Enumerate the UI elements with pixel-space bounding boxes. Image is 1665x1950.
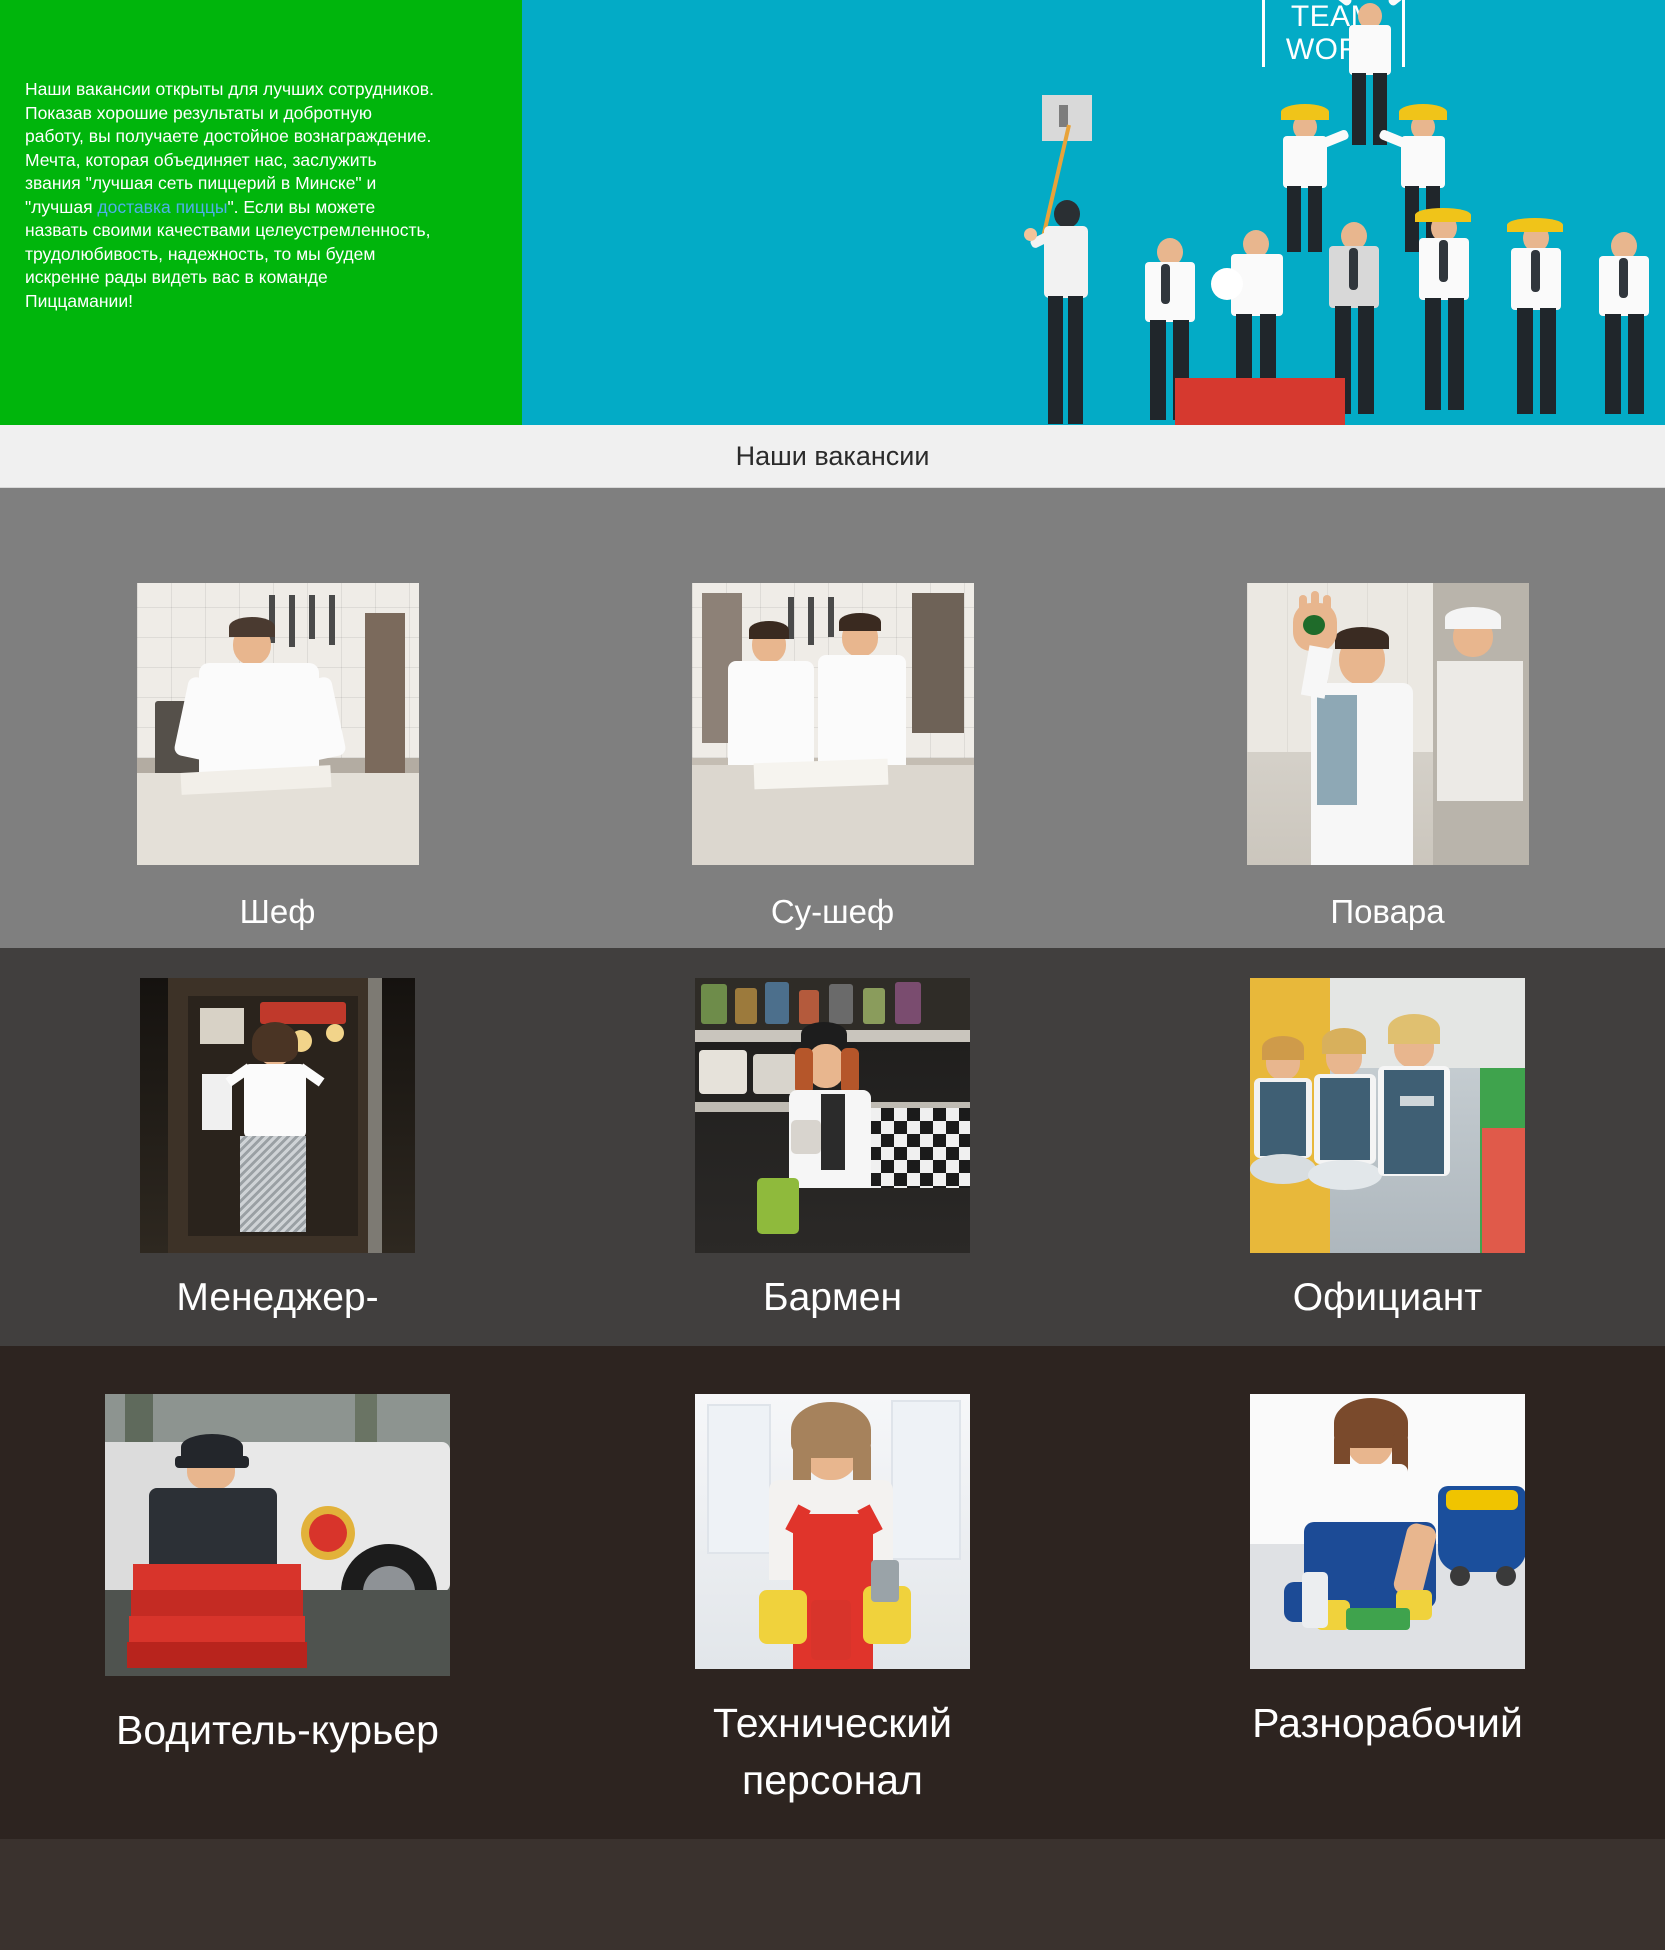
cleaning-staff-photo: [695, 1394, 970, 1669]
courier-pizza-boxes-photo: [105, 1394, 450, 1676]
vacancy-row-2: Менеджер- Бармен Официант: [0, 948, 1665, 1346]
pyramid-base-figure-5-icon: [1487, 214, 1587, 422]
vacancy-row-1: Шеф Су-шеф Повара: [0, 488, 1665, 948]
bartender-photo: [695, 978, 970, 1253]
pyramid-base-figure-4-icon: [1395, 206, 1495, 421]
sous-chefs-kitchen-photo: [691, 583, 974, 865]
vacancy-row-3: Водитель-курьер Технический персонал Раз…: [0, 1346, 1665, 1839]
vacancy-card-waiter[interactable]: Официант: [1110, 978, 1665, 1326]
vacancy-card-courier[interactable]: Водитель-курьер: [0, 1394, 555, 1809]
page-title: Наши вакансии: [735, 440, 930, 471]
vacancy-label: Су-шеф: [770, 893, 895, 930]
podium-shape: [1175, 378, 1345, 425]
vacancy-label: Водитель-курьер: [116, 1707, 439, 1753]
vacancies-page: TEAM WORK Наши вакансии открыты для лучш…: [0, 0, 1665, 1839]
team-pyramid-illustration: [1025, 0, 1665, 425]
vacancy-label: Официант: [1292, 1276, 1483, 1319]
vacancy-label: Менеджер-: [176, 1276, 379, 1319]
vacancy-label: Повара: [1330, 893, 1445, 930]
vacancy-label: Бармен: [762, 1276, 902, 1319]
vacancy-card-sous-chef[interactable]: Су-шеф: [555, 583, 1110, 940]
waitresses-photo: [1250, 978, 1525, 1253]
chef-portrait-photo: [136, 583, 419, 865]
vacancy-card-technical-staff[interactable]: Технический персонал: [555, 1394, 1110, 1809]
cook-waving-photo: [1246, 583, 1529, 865]
manager-entrance-photo: [140, 978, 415, 1253]
vacancy-card-bartender[interactable]: Бармен: [555, 978, 1110, 1326]
banner-paragraph: Наши вакансии открыты для лучших сотрудн…: [25, 78, 435, 313]
vacancy-card-manager[interactable]: Менеджер-: [0, 978, 555, 1326]
vacancy-label-text: Технический персонал: [712, 1700, 953, 1803]
vacancy-card-chef[interactable]: Шеф: [0, 583, 555, 940]
hero-banner: TEAM WORK Наши вакансии открыты для лучш…: [0, 0, 1665, 425]
vacancy-label: Разнорабочий: [1252, 1700, 1523, 1746]
section-title-bar: Наши вакансии: [0, 425, 1665, 488]
vacancy-card-cooks[interactable]: Повара: [1110, 583, 1665, 940]
pyramid-base-figure-6-icon: [1577, 222, 1665, 422]
pizza-delivery-link[interactable]: доставка пиццы: [97, 197, 227, 217]
vacancy-label: Технический персонал: [713, 1695, 952, 1809]
vacancy-label: Шеф: [239, 893, 316, 930]
vacancy-card-handyman[interactable]: Разнорабочий: [1110, 1394, 1665, 1809]
banner-blue-panel: TEAM WORK: [522, 0, 1665, 425]
handy-worker-photo: [1250, 1394, 1525, 1669]
